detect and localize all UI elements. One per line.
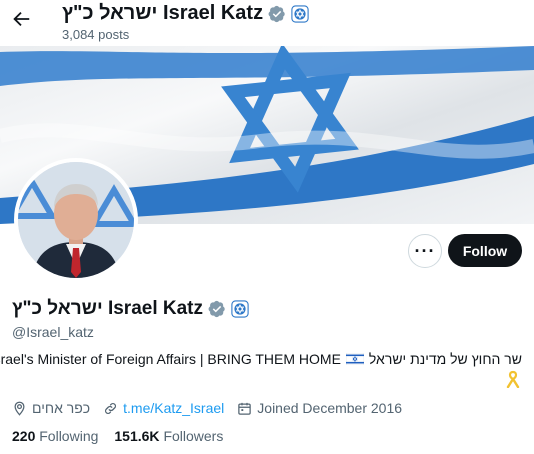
yellow-ribbon-icon: [506, 370, 520, 388]
link-icon: [103, 401, 118, 416]
followers-count: 151.6K: [114, 428, 160, 444]
joined-item: Joined December 2016: [237, 400, 402, 416]
website-item[interactable]: t.me/Katz_Israel: [103, 400, 224, 416]
gray-verified-badge-icon[interactable]: [208, 300, 226, 318]
follow-button[interactable]: Follow: [448, 234, 522, 267]
profile-header: ישראל כ"ץ Israel Katz 3,084 posts: [0, 0, 534, 46]
following-count: 220: [12, 428, 36, 444]
avatar[interactable]: [14, 158, 138, 282]
gray-verified-badge-icon[interactable]: [268, 5, 286, 23]
bio-hebrew-text: שר החוץ של מדינת ישראל: [368, 351, 522, 367]
location-item: כפר אחים: [12, 400, 90, 416]
government-affiliate-icon[interactable]: [291, 4, 309, 23]
display-name: ישראל כ"ץ Israel Katz: [12, 298, 204, 319]
profile-meta: כפר אחים t.me/Katz_Israel Joined Decembe…: [12, 398, 415, 418]
israel-flag-icon: [345, 353, 364, 365]
followers-stat[interactable]: 151.6K Followers: [114, 428, 223, 444]
following-stat[interactable]: 220 Following: [12, 428, 98, 444]
joined-text: Joined December 2016: [257, 400, 403, 416]
bio: Israel's Minister of Foreign Affairs | B…: [0, 351, 522, 367]
following-label: Following: [39, 428, 99, 444]
posts-count: 3,084 posts: [62, 27, 130, 42]
bio-text: Israel's Minister of Foreign Affairs | B…: [0, 351, 341, 367]
followers-label: Followers: [163, 428, 224, 444]
location-text: כפר אחים: [32, 400, 91, 416]
more-options-icon: ···: [414, 240, 436, 261]
back-arrow-icon[interactable]: [10, 8, 32, 30]
header-display-name: ישראל כ"ץ Israel Katz: [62, 2, 264, 24]
header-title: ישראל כ"ץ Israel Katz: [62, 2, 309, 25]
website-link[interactable]: t.me/Katz_Israel: [123, 400, 224, 416]
handle: @Israel_katz: [12, 324, 94, 340]
profile-name-row: ישראל כ"ץ Israel Katz: [12, 298, 249, 320]
location-pin-icon: [12, 401, 27, 416]
calendar-icon: [237, 401, 252, 416]
government-affiliate-icon[interactable]: [231, 300, 249, 318]
more-options-button[interactable]: ···: [408, 234, 442, 268]
follow-stats: 220 Following 151.6K Followers: [12, 428, 223, 444]
